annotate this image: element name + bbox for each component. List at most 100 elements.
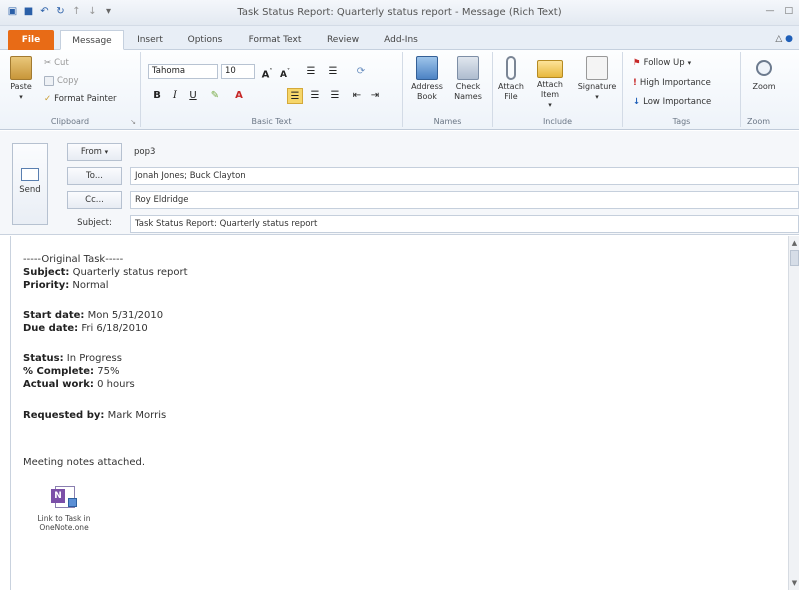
paste-label: Paste [10,82,32,91]
maximize-icon[interactable]: □ [784,6,793,16]
actual-work-line: Actual work: 0 hours [23,379,135,390]
vertical-scrollbar[interactable]: ▲ ▼ [788,236,799,590]
actual-work-label: Actual work: [23,379,94,390]
italic-icon[interactable]: I [167,88,183,104]
onenote-attachment[interactable]: N Link to Task in OneNote.one [31,484,97,532]
address-book-button[interactable]: Address Book [409,56,445,102]
address-book-label: Address Book [411,82,443,101]
high-importance-button[interactable]: ! High Importance [633,78,711,88]
subject-field[interactable]: Task Status Report: Quarterly status rep… [130,215,799,233]
scroll-up-icon[interactable]: ▲ [790,238,799,248]
check-names-label: Check Names [454,82,482,101]
underline-icon[interactable]: U [185,88,201,104]
onenote-icon: N [51,484,77,510]
increase-indent-icon[interactable]: ⇥ [367,88,383,104]
to-field[interactable]: Jonah Jones; Buck Clayton [130,167,799,185]
attach-file-label: Attach File [498,82,524,101]
paste-button[interactable]: Paste ▾ [6,56,36,102]
follow-up-button[interactable]: ⚑ Follow Up ▾ [633,58,691,68]
format-painter-button[interactable]: ✓ Format Painter [44,94,117,104]
font-color-icon[interactable]: A [231,88,247,104]
priority-label: Priority: [23,280,70,291]
status-line: Status: In Progress [23,353,122,364]
minimize-icon[interactable]: — [765,6,774,16]
title-bar: ▣ ■ ↶ ↻ ↑ ↓ ▾ Task Status Report: Quarte… [0,0,799,26]
decrease-indent-icon[interactable]: ⇤ [349,88,365,104]
start-date-label: Start date: [23,310,85,321]
signature-icon [586,56,608,80]
ribbon-collapse-icon[interactable]: △ ● [775,34,793,44]
low-importance-button[interactable]: ↓ Low Importance [633,97,711,107]
subject-line-value: Quarterly status report [72,267,188,278]
scissors-icon: ✂ [44,58,52,68]
flag-icon: ⚑ [633,58,641,68]
from-button[interactable]: From ▾ [67,143,122,161]
ribbon-tabs: File Message Insert Options Format Text … [0,26,799,50]
cc-field[interactable]: Roy Eldridge [130,191,799,209]
grow-font-icon[interactable]: A˄ [259,64,275,80]
to-button[interactable]: To... [67,167,122,185]
paperclip-icon [506,56,516,80]
attachment-label-line1: Link to Task in [37,514,91,523]
copy-icon [44,76,54,86]
low-importance-label: Low Importance [643,97,712,107]
clear-formatting-icon[interactable]: ⟳ [353,64,369,80]
clipboard-icon [10,56,32,80]
due-date-label: Due date: [23,323,79,334]
send-button[interactable]: Send [12,143,48,225]
magnifier-icon [756,60,772,76]
tab-insert[interactable]: Insert [130,30,170,50]
clipboard-group: Paste ▾ ✂ Cut Copy ✓ Format Painter Clip… [0,52,141,127]
message-body[interactable]: -----Original Task----- Subject: Quarter… [10,236,788,590]
align-right-icon[interactable]: ☰ [327,88,343,104]
chevron-down-icon: ▾ [687,59,692,67]
ribbon: Paste ▾ ✂ Cut Copy ✓ Format Painter Clip… [0,50,799,130]
highlight-icon[interactable]: ✎ [207,88,223,104]
check-names-icon [457,56,479,80]
zoom-button[interactable]: Zoom [747,56,781,92]
attach-item-button[interactable]: Attach Item ▾ [531,56,569,110]
follow-up-label: Follow Up [643,58,685,68]
attach-item-label: Attach Item [537,80,563,99]
tab-review[interactable]: Review [318,30,368,50]
complete-value: 75% [97,366,120,377]
chevron-down-icon: ▾ [104,148,109,156]
names-group-label: Names [433,117,462,126]
attach-file-button[interactable]: Attach File [497,56,525,102]
font-size-combo[interactable]: 10 [221,64,255,79]
signature-button[interactable]: Signature ▾ [575,56,619,102]
include-group: Attach File Attach Item ▾ Signature ▾ In… [493,52,623,127]
send-label: Send [19,185,41,195]
tab-message[interactable]: Message [60,30,124,50]
send-icon [21,168,39,181]
shrink-font-icon[interactable]: A˅ [277,64,293,80]
cut-button[interactable]: ✂ Cut [44,58,69,68]
numbering-icon[interactable]: ☰ [325,64,341,80]
align-center-icon[interactable]: ☰ [307,88,323,104]
address-book-icon [416,56,438,80]
include-group-label: Include [542,117,573,126]
format-painter-label: Format Painter [54,94,117,104]
basic-text-group-label: Basic Text [251,117,292,126]
requested-by-value: Mark Morris [107,410,167,421]
dialog-launcher-icon[interactable]: ↘ [130,118,136,126]
align-left-icon[interactable]: ☰ [287,88,303,104]
scroll-thumb[interactable] [790,250,799,266]
priority-value: Normal [72,280,109,291]
bold-icon[interactable]: B [149,88,165,104]
cc-button[interactable]: Cc... [67,191,122,209]
scroll-down-icon[interactable]: ▼ [790,578,799,588]
tab-options[interactable]: Options [180,30,230,50]
due-date-value: Fri 6/18/2010 [81,323,148,334]
tab-format-text[interactable]: Format Text [240,30,310,50]
tab-file[interactable]: File [8,30,54,50]
check-names-button[interactable]: Check Names [449,56,487,102]
font-name-combo[interactable]: Tahoma [148,64,218,79]
copy-button[interactable]: Copy [44,76,79,86]
from-value: pop3 [134,147,156,157]
zoom-group: Zoom Zoom [741,52,799,127]
original-task-line: -----Original Task----- [23,254,124,265]
bullets-icon[interactable]: ☰ [303,64,319,80]
tags-group: ⚑ Follow Up ▾ ! High Importance ↓ Low Im… [623,52,741,127]
tab-add-ins[interactable]: Add-Ins [376,30,426,50]
